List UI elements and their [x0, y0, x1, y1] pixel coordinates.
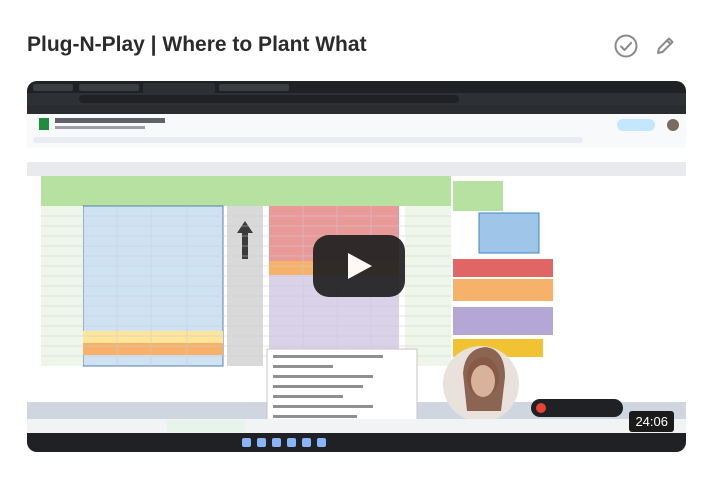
- video-player[interactable]: 24:06: [27, 81, 686, 452]
- video-duration: 24:06: [629, 411, 674, 432]
- play-icon: [348, 253, 372, 279]
- check-circle-icon[interactable]: [613, 33, 639, 59]
- card-header: Plug-N-Play | Where to Plant What: [0, 0, 707, 80]
- pencil-icon[interactable]: [652, 33, 678, 59]
- play-button[interactable]: [313, 235, 405, 297]
- video-title: Plug-N-Play | Where to Plant What: [27, 33, 367, 56]
